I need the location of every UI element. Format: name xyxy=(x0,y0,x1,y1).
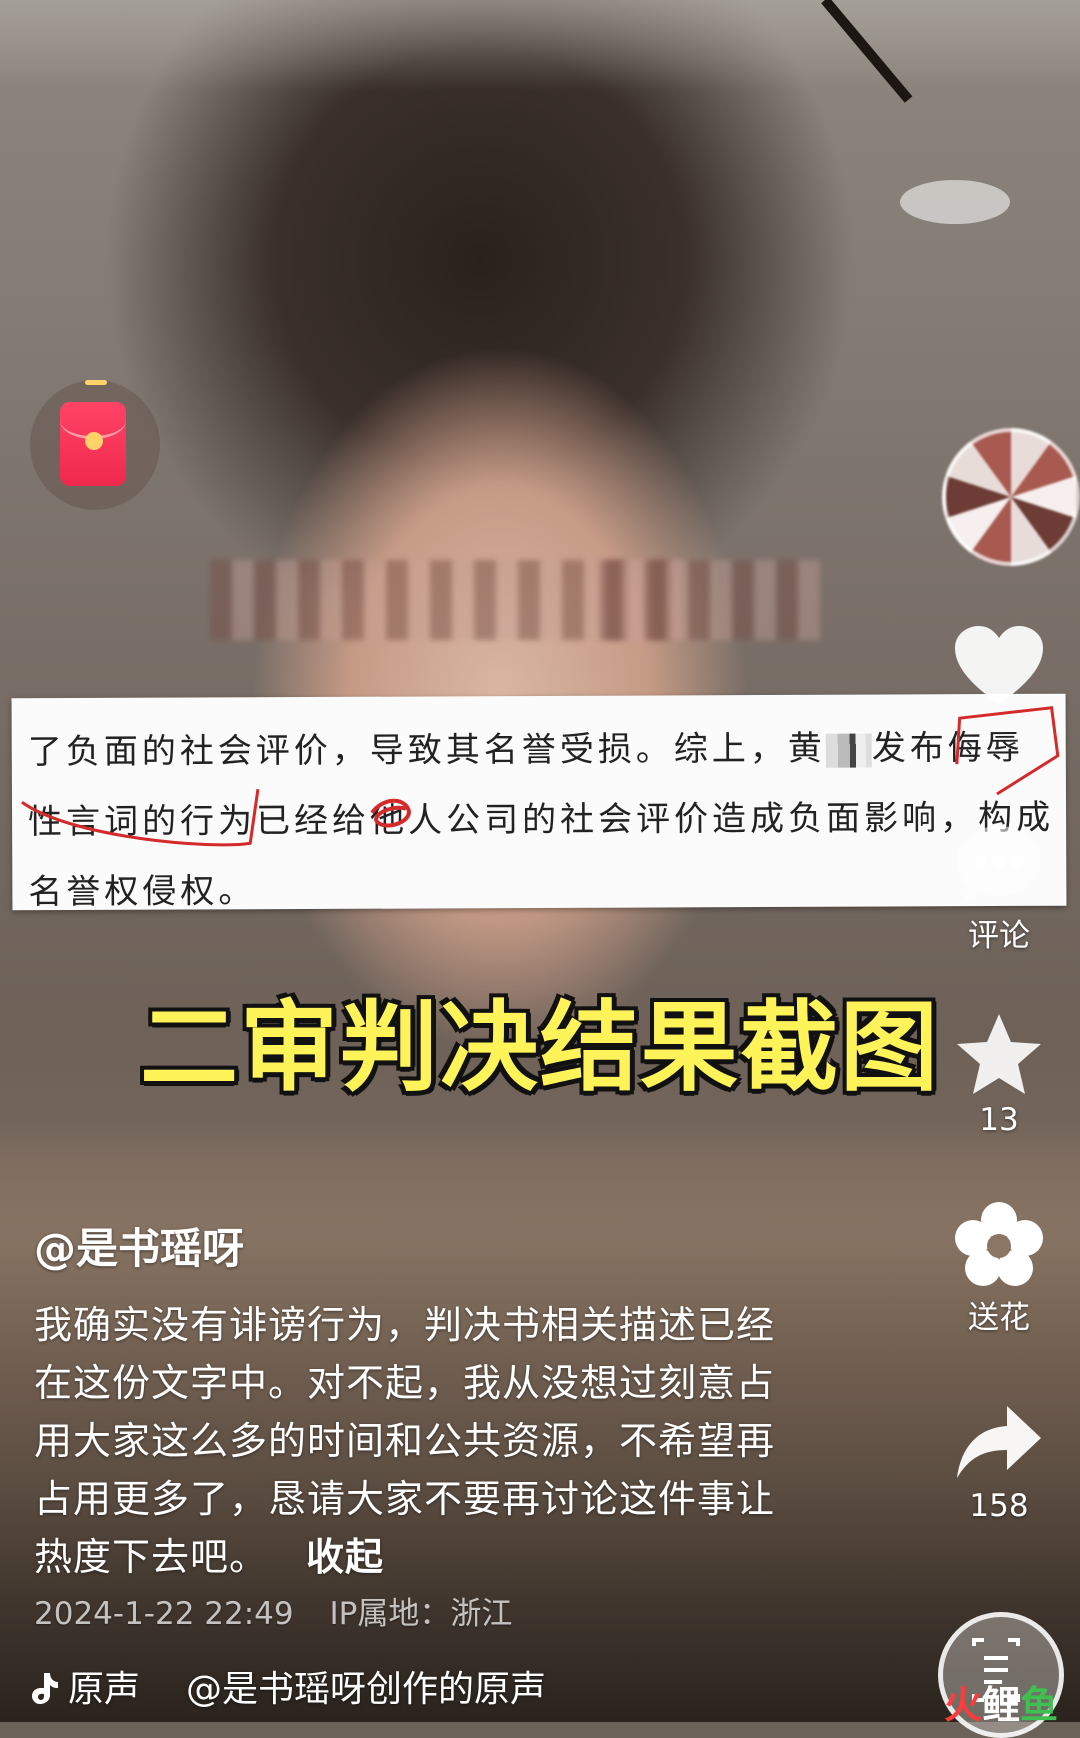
favorite-button[interactable]: 13 xyxy=(944,1010,1054,1138)
top-sheen xyxy=(0,0,1080,90)
music-prefix: 原声 xyxy=(68,1669,141,1710)
watermark-logo: 火鲤鱼 xyxy=(944,1674,1058,1729)
share-count: 158 xyxy=(969,1488,1029,1524)
watermark-char: 火 xyxy=(944,1683,983,1727)
gift-label: 送花 xyxy=(968,1300,1030,1336)
description-line: 热度下去吧。 xyxy=(34,1535,269,1579)
excerpt-line-1-tail: 发布侮辱 xyxy=(871,727,1024,769)
redacted-name xyxy=(825,733,872,768)
excerpt-line-1: 了负面的社会评价，导致其名誉受损。综上，黄 发布侮辱 xyxy=(28,720,1024,773)
ceiling-light xyxy=(900,180,1010,224)
star-icon xyxy=(957,1014,1041,1094)
share-button[interactable]: 158 xyxy=(944,1400,1054,1524)
collapse-button[interactable]: 收起 xyxy=(306,1535,384,1579)
music-bar[interactable]: 原声 @是书瑶呀创作的原声 xyxy=(30,1660,546,1712)
post-description: 我确实没有诽谤行为，判决书相关描述已经 在这份文字中。对不起，我从没想过刻意占 … xyxy=(34,1296,834,1586)
watermark-char: 鲤 xyxy=(982,1683,1021,1727)
gift-flower-button[interactable]: 送花 xyxy=(944,1200,1054,1337)
author-avatar[interactable] xyxy=(942,428,1080,566)
watermark-char: 鱼 xyxy=(1020,1683,1059,1727)
excerpt-line-3: 名誉权侵权。 xyxy=(28,871,257,913)
comment-bubble-icon xyxy=(957,826,1041,902)
share-arrow-icon xyxy=(957,1406,1041,1478)
description-line: 我确实没有诽谤行为，判决书相关描述已经 xyxy=(34,1303,776,1347)
description-line: 用大家这么多的时间和公共资源，不希望再 xyxy=(34,1419,776,1463)
red-envelope-button[interactable] xyxy=(30,380,160,510)
excerpt-line-2: 性言词的行为已经给他人公司的社会评价造成负面影响，构成 xyxy=(27,797,1055,843)
mosaic-eyes-right xyxy=(600,560,820,640)
author-handle[interactable]: @是书瑶呀 xyxy=(34,1215,244,1276)
flower-icon xyxy=(955,1202,1043,1286)
post-meta: 2024-1-22 22:49 IP属地：浙江 xyxy=(34,1588,538,1633)
favorite-count: 13 xyxy=(979,1102,1019,1138)
comment-label: 评论 xyxy=(968,918,1030,954)
description-line: 占用更多了，恳请大家不要再讨论这件事让 xyxy=(34,1477,776,1521)
red-envelope-icon xyxy=(60,402,126,486)
heart-icon xyxy=(955,626,1043,704)
ip-location: IP属地：浙江 xyxy=(329,1596,513,1632)
music-title: @是书瑶呀创作的原声 xyxy=(186,1669,547,1710)
description-last-line: 热度下去吧。 收起 xyxy=(34,1528,834,1586)
envelope-tick xyxy=(85,380,107,385)
like-button[interactable] xyxy=(944,624,1054,708)
description-line: 在这份文字中。对不起，我从没想过刻意占 xyxy=(34,1361,776,1405)
envelope-coin xyxy=(85,432,103,450)
judgment-excerpt: 了负面的社会评价，导致其名誉受损。综上，黄 发布侮辱 性言词的行为已经给他人公司的… xyxy=(11,693,1067,913)
comment-button[interactable]: 评论 xyxy=(944,822,1054,955)
excerpt-line-1-text: 了负面的社会评价，导致其名誉受损。综上，黄 xyxy=(27,728,826,773)
video-caption: 二审判决结果截图 xyxy=(139,991,940,1105)
post-date: 2024-1-22 22:49 xyxy=(34,1596,294,1632)
tiktok-note-icon xyxy=(32,1673,58,1704)
